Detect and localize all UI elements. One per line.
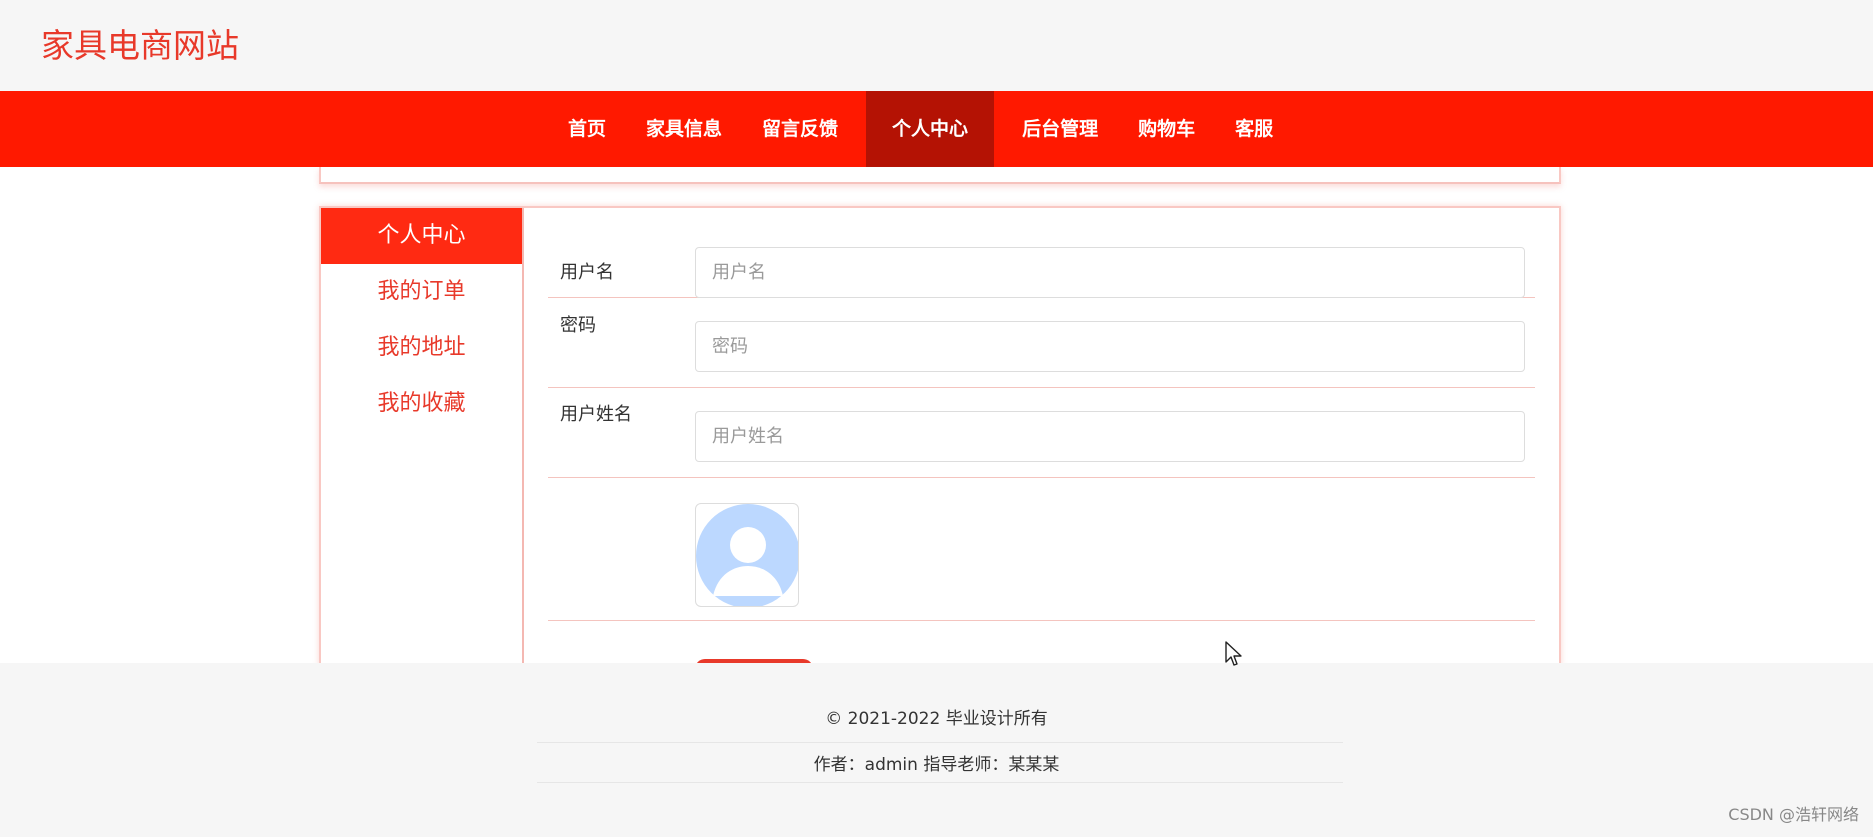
- personal-center-panel: 个人中心 我的订单 我的地址 我的收藏 用户名 密码 用户姓名: [319, 206, 1561, 666]
- sidebar-item-my-favorites[interactable]: 我的收藏: [321, 376, 522, 432]
- nav-item-furniture-info[interactable]: 家具信息: [626, 91, 742, 167]
- sidebar-item-my-address[interactable]: 我的地址: [321, 320, 522, 376]
- avatar-upload[interactable]: [695, 503, 799, 607]
- site-header: 家具电商网站: [0, 0, 1873, 91]
- nav-item-cart[interactable]: 购物车: [1118, 91, 1215, 167]
- footer-divider: [537, 742, 1343, 743]
- nav-item-feedback[interactable]: 留言反馈: [742, 91, 858, 167]
- site-footer: © 2021-2022 毕业设计所有 作者：admin 指导老师：某某某: [0, 663, 1873, 837]
- username-input[interactable]: [695, 247, 1525, 298]
- footer-copyright: © 2021-2022 毕业设计所有: [825, 709, 1048, 729]
- username-label: 用户名: [560, 262, 614, 283]
- main-navbar: 首页 家具信息 留言反馈 个人中心 后台管理 购物车 客服: [0, 91, 1873, 167]
- footer-author: 作者：admin 指导老师：某某某: [813, 755, 1060, 775]
- password-label: 密码: [560, 315, 596, 336]
- form-row-fullname: 用户姓名: [548, 388, 1535, 478]
- form-row-avatar: [548, 478, 1535, 621]
- nav-item-customer-service[interactable]: 客服: [1215, 91, 1293, 167]
- mouse-cursor-icon: [1225, 641, 1242, 666]
- nav-item-personal-center[interactable]: 个人中心: [866, 91, 995, 167]
- fullname-input[interactable]: [695, 411, 1525, 462]
- sidebar-item-my-orders[interactable]: 我的订单: [321, 264, 522, 320]
- nav-item-admin[interactable]: 后台管理: [1002, 91, 1118, 167]
- sidebar-item-personal-center[interactable]: 个人中心: [321, 208, 522, 264]
- top-panel: [319, 167, 1561, 184]
- password-input[interactable]: [695, 321, 1525, 372]
- nav-item-home[interactable]: 首页: [548, 91, 626, 167]
- profile-form: 用户名 密码 用户姓名: [548, 208, 1535, 666]
- watermark: CSDN @浩轩网络: [1728, 805, 1859, 824]
- fullname-label: 用户姓名: [560, 404, 632, 425]
- default-avatar-icon: [696, 504, 798, 606]
- sidebar: 个人中心 我的订单 我的地址 我的收藏: [321, 208, 524, 666]
- site-title[interactable]: 家具电商网站: [41, 19, 239, 67]
- footer-divider: [537, 782, 1343, 783]
- form-row-username: 用户名: [548, 208, 1535, 298]
- form-row-password: 密码: [548, 298, 1535, 388]
- nav-items: 首页 家具信息 留言反馈 个人中心 后台管理 购物车 客服: [548, 91, 1293, 167]
